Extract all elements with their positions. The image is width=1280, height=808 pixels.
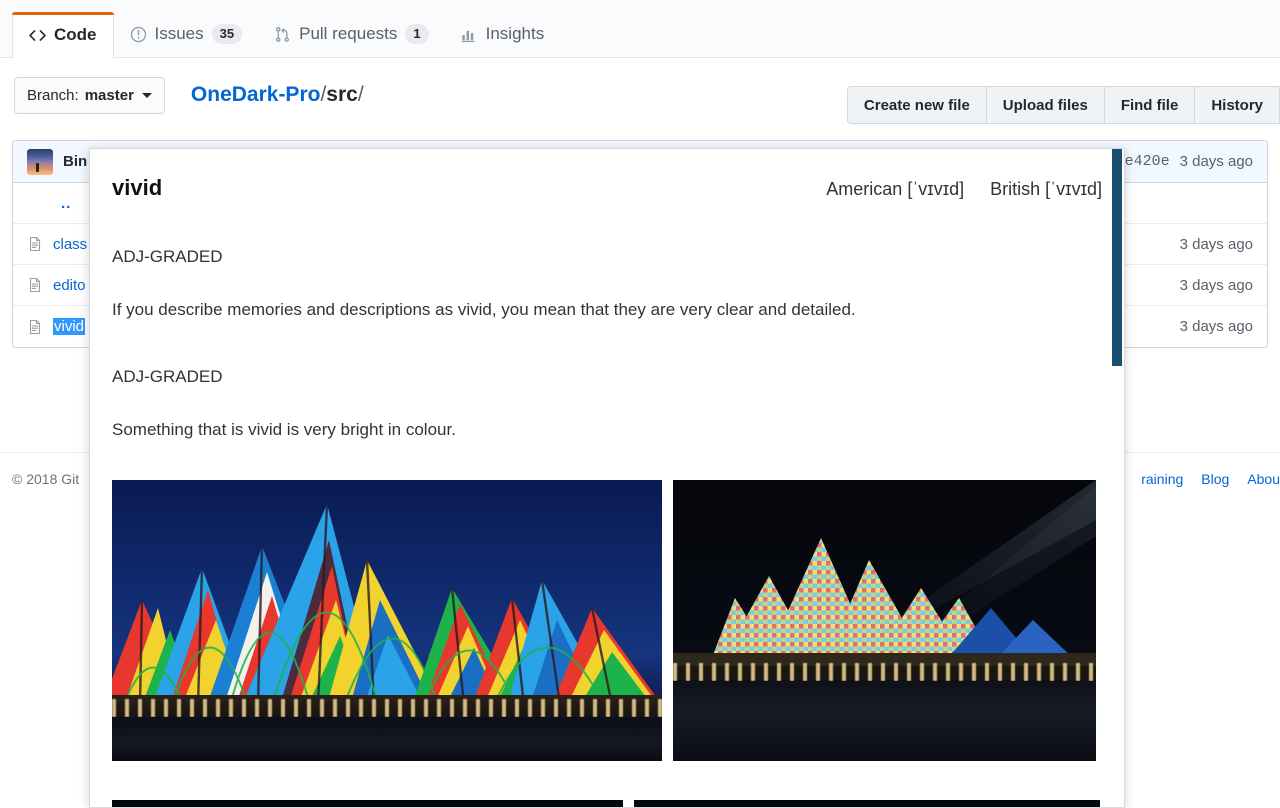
pronunciation-american[interactable]: American [ˈvɪvɪd] xyxy=(826,179,964,200)
file-name-link[interactable]: vivid xyxy=(53,318,86,335)
graph-icon xyxy=(461,26,478,43)
code-icon xyxy=(29,27,46,44)
avatar xyxy=(27,148,53,175)
footer-link-about[interactable]: Abou xyxy=(1247,471,1280,487)
tab-code[interactable]: Code xyxy=(12,12,114,58)
issues-count-badge: 35 xyxy=(211,24,243,44)
popup-image-3[interactable] xyxy=(112,800,623,807)
chevron-down-icon xyxy=(141,92,152,98)
dictionary-popup[interactable]: vivid American [ˈvɪvɪd] British [ˈvɪvɪd]… xyxy=(89,148,1125,808)
file-name-link[interactable]: class xyxy=(53,236,87,253)
tab-issues-label: Issues xyxy=(154,24,204,43)
breadcrumb: OneDark-Pro/src/ xyxy=(191,83,364,107)
file-name-link[interactable]: edito xyxy=(53,277,86,294)
upload-files-button[interactable]: Upload files xyxy=(986,86,1105,124)
popup-image-row-1 xyxy=(112,480,1102,762)
popup-image-row-2 xyxy=(112,800,1102,807)
popup-header: vivid American [ˈvɪvɪd] British [ˈvɪvɪd] xyxy=(112,175,1102,201)
pronunciation-british-label: British xyxy=(990,179,1041,199)
breadcrumb-repo-link[interactable]: OneDark-Pro xyxy=(191,83,321,106)
popup-scrollbar[interactable] xyxy=(1112,149,1122,366)
popup-image-4[interactable] xyxy=(634,800,1100,807)
parent-dir-link[interactable]: .. xyxy=(61,195,71,212)
file-time: 3 days ago xyxy=(1179,235,1253,253)
git-pull-request-icon xyxy=(274,26,291,43)
history-button[interactable]: History xyxy=(1195,86,1280,124)
commit-author[interactable]: Bin xyxy=(63,153,87,170)
file-time: 3 days ago xyxy=(1179,276,1253,294)
definition-2: Something that is vivid is very bright i… xyxy=(112,420,456,440)
pronunciation-british[interactable]: British [ˈvɪvɪd] xyxy=(990,179,1102,200)
popup-image-1[interactable] xyxy=(112,480,662,762)
footer-link-training[interactable]: raining xyxy=(1141,471,1183,487)
branch-prefix-label: Branch: xyxy=(27,86,79,104)
tab-insights[interactable]: Insights xyxy=(445,11,561,57)
file-icon xyxy=(27,277,43,293)
popup-image-2[interactable] xyxy=(673,480,1096,762)
repo-tab-bar: Code Issues 35 Pull requests 1 Insights xyxy=(0,0,1280,58)
create-new-file-button[interactable]: Create new file xyxy=(846,86,987,124)
find-file-button[interactable]: Find file xyxy=(1104,86,1196,124)
tab-insights-label: Insights xyxy=(485,24,545,43)
tab-pull-requests[interactable]: Pull requests 1 xyxy=(258,11,445,57)
breadcrumb-sep-2: / xyxy=(357,83,364,106)
copyright-text: © 2018 Git xyxy=(12,471,80,487)
tab-code-label: Code xyxy=(54,25,97,44)
footer-link-blog[interactable]: Blog xyxy=(1201,471,1229,487)
popup-word: vivid xyxy=(112,175,163,200)
selected-text-highlight: vivid xyxy=(53,318,86,335)
pull-requests-count-badge: 1 xyxy=(405,24,429,44)
breadcrumb-current-dir: src xyxy=(326,83,358,106)
tab-issues[interactable]: Issues 35 xyxy=(114,11,259,57)
file-icon xyxy=(27,319,43,335)
file-icon xyxy=(27,236,43,252)
branch-name-label: master xyxy=(84,86,134,104)
file-actions-button-group: Create new file Upload files Find file H… xyxy=(846,86,1280,124)
tab-pull-requests-label: Pull requests xyxy=(299,24,398,43)
pronunciation-american-ipa: [ˈvɪvɪd] xyxy=(907,179,965,199)
part-of-speech-1: ADJ-GRADED xyxy=(112,247,223,266)
pronunciation-american-label: American xyxy=(826,179,903,199)
part-of-speech-2: ADJ-GRADED xyxy=(112,367,223,387)
issue-opened-icon xyxy=(130,26,147,43)
pronunciation-british-ipa: [ˈvɪvɪd] xyxy=(1045,179,1102,199)
file-time: 3 days ago xyxy=(1179,318,1253,335)
branch-selector-button[interactable]: Branch: master xyxy=(14,76,165,114)
commit-time: 3 days ago xyxy=(1179,153,1253,170)
definition-1: If you describe memories and description… xyxy=(112,300,856,319)
